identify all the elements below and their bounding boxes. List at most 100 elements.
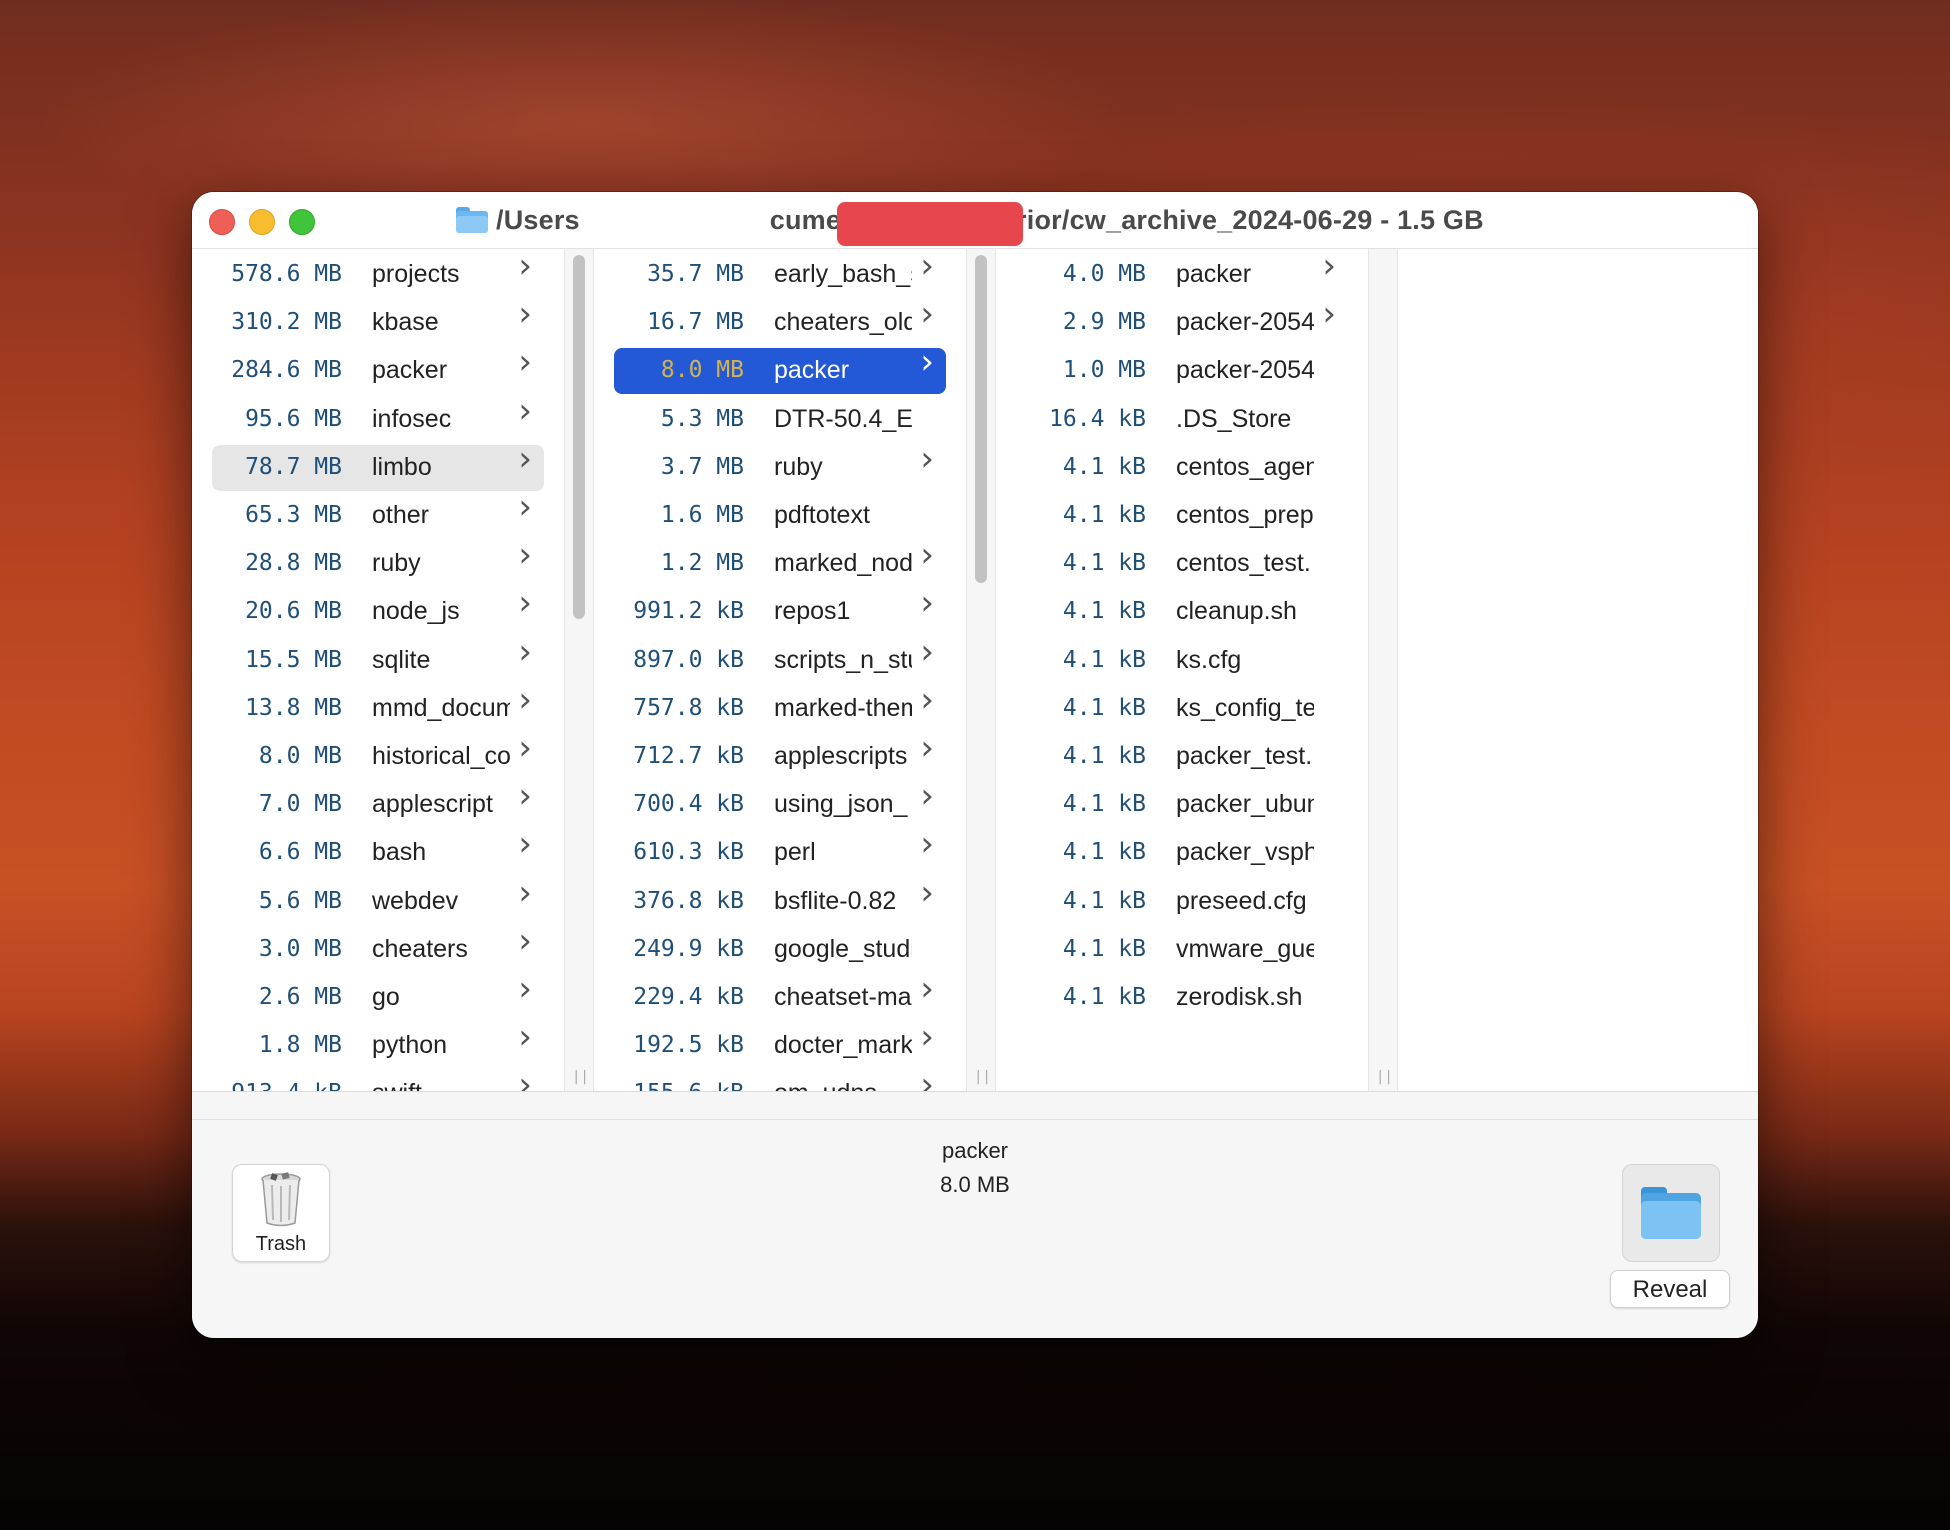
trash-button[interactable]: Trash	[232, 1164, 330, 1262]
chevron-right-icon[interactable]: ›	[1322, 297, 1336, 331]
chevron-right-icon[interactable]: ›	[920, 827, 934, 861]
list-item[interactable]: 192.5 kB docter_markdown ›	[614, 1020, 946, 1069]
column-3[interactable]: 4.0 MB packer › 2.9 MB packer-2054 › 1.0 MB pac…	[1016, 249, 1350, 1091]
chevron-right-icon[interactable]: ›	[920, 731, 934, 765]
list-item[interactable]: 20.6 MB node_js ›	[212, 586, 544, 635]
list-item[interactable]: 4.1 kB ks_config_test	[1016, 686, 1348, 732]
chevron-right-icon[interactable]: ›	[920, 1068, 934, 1091]
chevron-right-icon[interactable]: ›	[518, 249, 532, 283]
list-item[interactable]: 610.3 kB perl ›	[614, 827, 946, 876]
list-item[interactable]: 4.1 kB centos_test.	[1016, 541, 1348, 587]
chevron-right-icon[interactable]: ›	[518, 876, 532, 910]
chevron-right-icon[interactable]: ›	[518, 635, 532, 669]
chevron-right-icon[interactable]: ›	[518, 1020, 532, 1054]
list-item[interactable]: 4.1 kB packer_vsphere	[1016, 830, 1348, 876]
list-item[interactable]: 65.3 MB other ›	[212, 490, 544, 539]
chevron-right-icon[interactable]: ›	[920, 586, 934, 620]
list-item[interactable]: 310.2 MB kbase ›	[212, 297, 544, 346]
chevron-right-icon[interactable]: ›	[518, 683, 532, 717]
list-item[interactable]: 95.6 MB infosec ›	[212, 394, 544, 443]
column-1[interactable]: 578.6 MB projects › 310.2 MB kbase › 284.6 MB p…	[212, 249, 546, 1091]
column-2[interactable]: 35.7 MB early_bash_scripts › 16.7 MB cheater…	[614, 249, 948, 1091]
chevron-right-icon[interactable]: ›	[920, 779, 934, 813]
list-item[interactable]: 376.8 kB bsflite-0.82 ›	[614, 876, 946, 925]
chevron-right-icon[interactable]: ›	[518, 394, 532, 428]
chevron-right-icon[interactable]: ›	[518, 538, 532, 572]
list-item[interactable]: 229.4 kB cheatset-master ›	[614, 972, 946, 1021]
resize-grip-icon[interactable]: ||	[974, 1069, 991, 1085]
chevron-right-icon[interactable]: ›	[1322, 249, 1336, 283]
chevron-right-icon[interactable]: ›	[518, 297, 532, 331]
maximize-button[interactable]	[289, 209, 315, 235]
minimize-button[interactable]	[249, 209, 275, 235]
column-divider-1[interactable]: ||	[564, 249, 594, 1091]
resize-grip-icon[interactable]: ||	[572, 1069, 589, 1085]
chevron-right-icon[interactable]: ›	[920, 249, 934, 283]
list-item[interactable]: 1.8 MB python ›	[212, 1020, 544, 1069]
list-item[interactable]: 1.0 MB packer-2054	[1016, 348, 1348, 394]
list-item[interactable]: 249.9 kB google_studio	[614, 927, 946, 973]
list-item[interactable]: 78.7 MB limbo ›	[212, 442, 544, 491]
list-item-selected[interactable]: 8.0 MB packer ›	[614, 345, 946, 395]
chevron-right-icon[interactable]: ›	[920, 538, 934, 572]
list-item[interactable]: 16.7 MB cheaters_old ›	[614, 297, 946, 346]
chevron-right-icon[interactable]: ›	[920, 442, 934, 476]
list-item[interactable]: 3.7 MB ruby ›	[614, 442, 946, 491]
chevron-right-icon[interactable]: ›	[518, 490, 532, 524]
chevron-right-icon[interactable]: ›	[518, 827, 532, 861]
list-item[interactable]: 4.1 kB centos_prep	[1016, 493, 1348, 539]
chevron-right-icon[interactable]: ›	[920, 876, 934, 910]
list-item[interactable]: 897.0 kB scripts_n_stuff ›	[614, 635, 946, 684]
chevron-right-icon[interactable]: ›	[920, 972, 934, 1006]
list-item[interactable]: 991.2 kB repos1 ›	[614, 586, 946, 635]
list-item[interactable]: 4.1 kB ks.cfg	[1016, 638, 1348, 684]
list-item[interactable]: 16.4 kB .DS_Store	[1016, 397, 1348, 443]
list-item[interactable]: 28.8 MB ruby ›	[212, 538, 544, 587]
list-item[interactable]: 2.9 MB packer-2054 ›	[1016, 297, 1348, 346]
chevron-right-icon[interactable]: ›	[920, 1020, 934, 1054]
list-item[interactable]: 35.7 MB early_bash_scripts ›	[614, 249, 946, 298]
list-item[interactable]: 700.4 kB using_json_ ›	[614, 779, 946, 828]
list-item[interactable]: 7.0 MB applescript ›	[212, 779, 544, 828]
chevron-right-icon[interactable]: ›	[518, 924, 532, 958]
list-item[interactable]: 1.2 MB marked_nodes ›	[614, 538, 946, 587]
list-item[interactable]: 13.8 MB mmd_documents ›	[212, 683, 544, 732]
chevron-right-icon[interactable]: ›	[920, 635, 934, 669]
list-item[interactable]: 4.1 kB packer_ubuntu	[1016, 782, 1348, 828]
list-item[interactable]: 3.0 MB cheaters ›	[212, 924, 544, 973]
chevron-right-icon[interactable]: ›	[518, 1068, 532, 1091]
title-bar[interactable]: /Users cuments/code_warrior/cw_archive_2…	[192, 192, 1758, 249]
list-item[interactable]: 2.6 MB go ›	[212, 972, 544, 1021]
close-button[interactable]	[209, 209, 235, 235]
list-item[interactable]: 712.7 kB applescripts ›	[614, 731, 946, 780]
column-divider-2[interactable]: ||	[966, 249, 996, 1091]
list-item[interactable]: 4.1 kB packer_test.	[1016, 734, 1348, 780]
scrollbar-thumb[interactable]	[975, 255, 987, 583]
list-item[interactable]: 4.0 MB packer ›	[1016, 249, 1348, 298]
list-item[interactable]: 578.6 MB projects ›	[212, 249, 544, 298]
chevron-right-icon[interactable]: ›	[518, 442, 532, 476]
list-item[interactable]: 5.3 MB DTR-50.4_E	[614, 397, 946, 443]
chevron-right-icon[interactable]: ›	[920, 345, 934, 379]
list-item[interactable]: 4.1 kB zerodisk.sh	[1016, 975, 1348, 1021]
list-item[interactable]: 15.5 MB sqlite ›	[212, 635, 544, 684]
list-item[interactable]: 155.6 kB om_udns ›	[614, 1068, 946, 1091]
list-item[interactable]: 913.4 kB swift ›	[212, 1068, 544, 1091]
list-item[interactable]: 4.1 kB vmware_guest	[1016, 927, 1348, 973]
chevron-right-icon[interactable]: ›	[518, 345, 532, 379]
list-item[interactable]: 6.6 MB bash ›	[212, 827, 544, 876]
scrollbar-thumb[interactable]	[573, 255, 585, 619]
chevron-right-icon[interactable]: ›	[518, 972, 532, 1006]
chevron-right-icon[interactable]: ›	[518, 731, 532, 765]
list-item[interactable]: 284.6 MB packer ›	[212, 345, 544, 394]
resize-grip-icon[interactable]: ||	[1376, 1069, 1393, 1085]
chevron-right-icon[interactable]: ›	[920, 297, 934, 331]
chevron-right-icon[interactable]: ›	[518, 586, 532, 620]
reveal-button[interactable]: Reveal	[1610, 1270, 1730, 1308]
list-item[interactable]: 1.6 MB pdftotext	[614, 493, 946, 539]
chevron-right-icon[interactable]: ›	[518, 779, 532, 813]
list-item[interactable]: 4.1 kB cleanup.sh	[1016, 589, 1348, 635]
list-item[interactable]: 4.1 kB centos_agent	[1016, 445, 1348, 491]
chevron-right-icon[interactable]: ›	[920, 683, 934, 717]
list-item[interactable]: 5.6 MB webdev ›	[212, 876, 544, 925]
